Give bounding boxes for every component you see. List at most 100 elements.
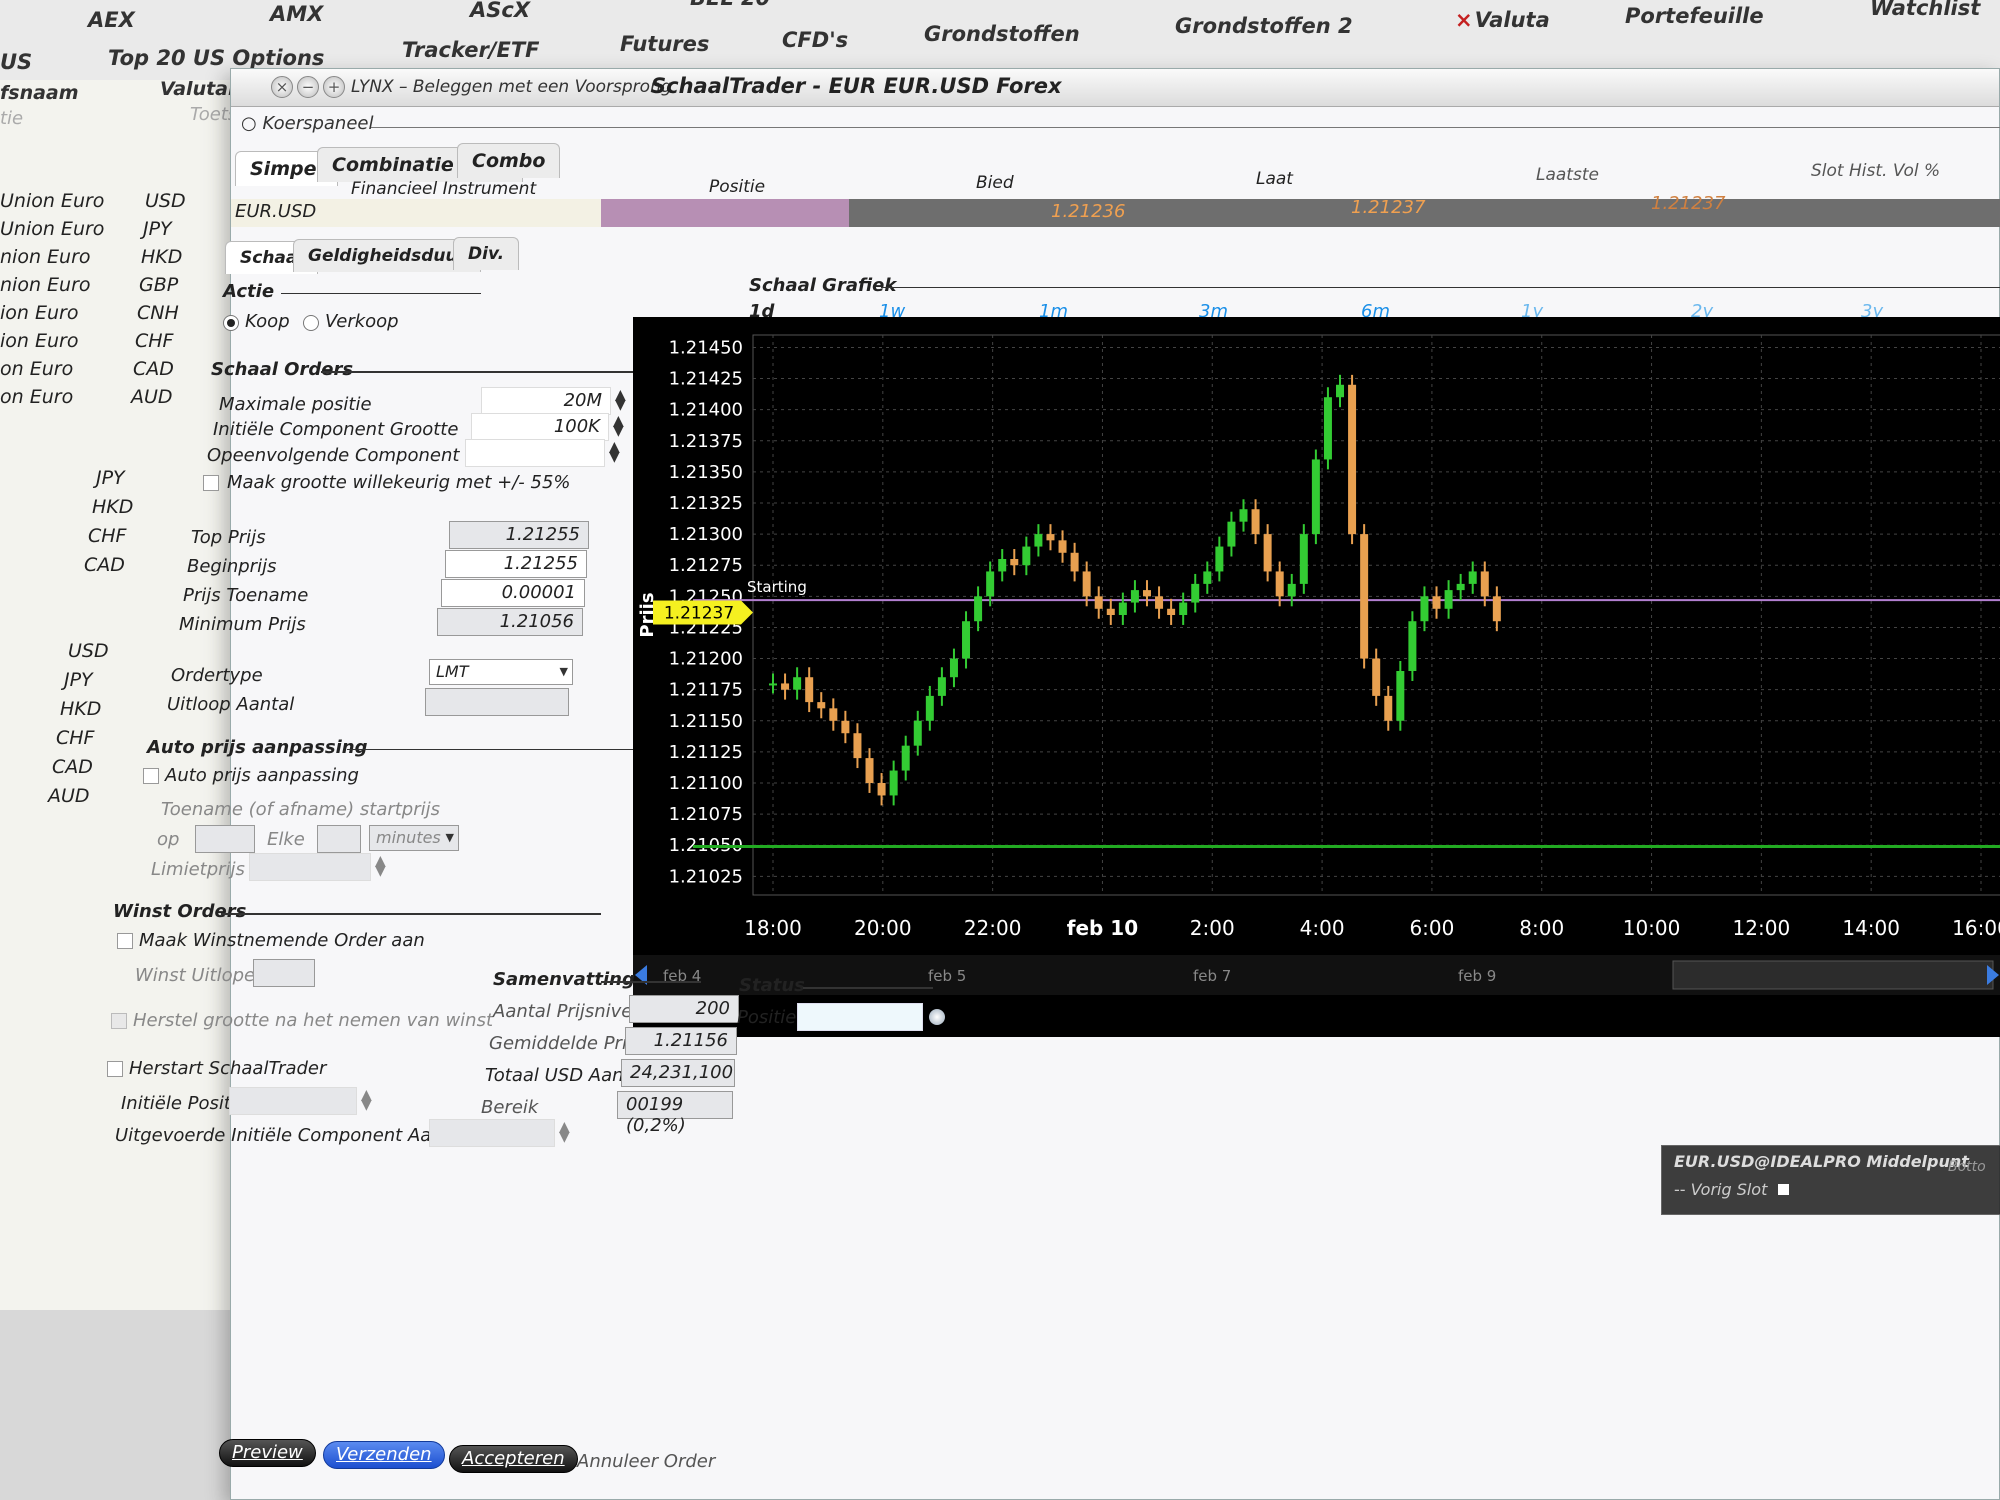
tab-watchlist[interactable]: Watchlist	[1870, 0, 1980, 20]
list-item-currency[interactable]: JPY	[96, 467, 125, 489]
list-item-currency[interactable]: CAD	[52, 756, 93, 778]
tab-portefeuille[interactable]: Portefeuille	[1625, 4, 1764, 28]
tab-valuta[interactable]: Valuta	[1455, 8, 1550, 32]
elke-field[interactable]	[317, 825, 361, 853]
list-item-currency[interactable]: CAD	[84, 554, 125, 576]
col-laatste[interactable]: Laatste	[1536, 165, 1599, 185]
herstel-label[interactable]: Herstel grootte na het nemen van winst	[133, 1010, 493, 1031]
list-item-currency[interactable]: AUD	[48, 785, 90, 807]
min-prijs-field[interactable]: 1.21056	[437, 608, 583, 636]
tab-combo[interactable]: Combo	[457, 143, 561, 178]
plot-area[interactable]	[752, 334, 2000, 896]
tab-us[interactable]: US	[0, 50, 32, 74]
list-item-name[interactable]: on Euro	[0, 358, 73, 380]
auto-prijs-checkbox[interactable]	[143, 768, 159, 784]
tab-aex[interactable]: AEX	[88, 8, 135, 32]
overview-thumb[interactable]	[1672, 960, 1994, 990]
list-item-currency[interactable]: USD	[68, 640, 109, 662]
koop-label[interactable]: Koop	[245, 311, 290, 332]
list-item-name[interactable]: ion Euro	[0, 302, 78, 324]
list-item-currency[interactable]: CAD	[133, 358, 174, 380]
opv-comp-stepper[interactable]: ▲ ▼	[609, 440, 620, 464]
legend-bottom-option[interactable]: Botto	[1948, 1159, 1986, 1175]
list-item-name[interactable]: ion Euro	[0, 330, 78, 352]
col-slot-hist-vol[interactable]: Slot Hist. Vol %	[1811, 161, 1940, 181]
list-item-currency[interactable]: CHF	[135, 330, 173, 352]
list-item-currency[interactable]: USD	[145, 190, 186, 212]
maximize-icon[interactable]: +	[323, 76, 345, 98]
col-financieel-instrument[interactable]: Financieel Instrument	[351, 179, 536, 199]
accepteren-button[interactable]: Accepteren	[449, 1445, 578, 1473]
beginprijs-field[interactable]: 1.21255	[445, 550, 587, 578]
list-item-name[interactable]: Union Euro	[0, 190, 104, 212]
minutes-select[interactable]: minutes	[369, 825, 459, 851]
list-item-currency[interactable]: HKD	[60, 698, 101, 720]
uitgevoerde-field[interactable]	[429, 1119, 555, 1147]
tab-grondstoffen-2[interactable]: Grondstoffen 2	[1175, 14, 1353, 38]
list-item-name[interactable]: nion Euro	[0, 246, 91, 268]
limietprijs-stepper[interactable]: ▲ ▼	[375, 854, 386, 878]
collapse-icon[interactable]: ○	[241, 113, 257, 134]
price-chart[interactable]: 1.21450 1.21425 1.21400 1.21375 1.21350 1.213…	[633, 317, 2000, 1215]
info-icon[interactable]	[929, 1009, 945, 1025]
uitloop-field[interactable]	[425, 688, 569, 716]
close-icon[interactable]: ×	[271, 76, 293, 98]
init-positie-stepper[interactable]: ▲ ▼	[361, 1088, 372, 1112]
list-item-currency[interactable]: CHF	[56, 727, 94, 749]
herstart-label[interactable]: Herstart SchaalTrader	[129, 1058, 326, 1079]
list-item-currency[interactable]: CNH	[137, 302, 179, 324]
top-prijs-field[interactable]: 1.21255	[449, 521, 589, 549]
init-positie-field[interactable]	[229, 1087, 357, 1115]
winst-label[interactable]: Maak Winstnemende Order aan	[139, 930, 425, 951]
preview-button[interactable]: Preview	[219, 1439, 316, 1467]
tab-top20-us-options[interactable]: Top 20 US Options	[108, 46, 324, 70]
tab-tracker-etf[interactable]: Tracker/ETF	[402, 38, 540, 62]
list-item-name[interactable]: nion Euro	[0, 274, 91, 296]
herstart-checkbox[interactable]	[107, 1061, 123, 1077]
auto-prijs-label[interactable]: Auto prijs aanpassing	[165, 765, 359, 786]
ordertype-select[interactable]: LMT	[429, 659, 573, 685]
list-item-currency[interactable]: AUD	[131, 386, 173, 408]
list-header-name[interactable]: fsnaam	[0, 82, 79, 104]
list-item-currency[interactable]: JPY	[143, 218, 172, 240]
init-comp-field[interactable]: 100K	[471, 413, 609, 441]
koerspaneel-header[interactable]: ○ Koerspaneel	[241, 113, 374, 134]
legend-checkbox[interactable]	[1778, 1184, 1790, 1195]
limietprijs-field[interactable]	[249, 853, 371, 881]
tab-grondstoffen[interactable]: Grondstoffen	[924, 22, 1080, 46]
max-positie-stepper[interactable]: ▲ ▼	[615, 388, 626, 412]
opv-comp-field[interactable]	[465, 439, 605, 467]
tab-bel20[interactable]: BEL 20	[690, 0, 770, 10]
init-comp-stepper[interactable]: ▲ ▼	[613, 414, 624, 438]
tab-cfds[interactable]: CFD's	[782, 28, 848, 52]
col-positie[interactable]: Positie	[709, 177, 765, 197]
random-size-checkbox[interactable]	[203, 475, 219, 491]
minimize-icon[interactable]: −	[297, 76, 319, 98]
winst-checkbox[interactable]	[117, 933, 133, 949]
list-item-currency[interactable]: HKD	[141, 246, 182, 268]
list-item-currency[interactable]: JPY	[64, 669, 93, 691]
verzenden-button[interactable]: Verzenden	[323, 1441, 445, 1469]
verkoop-radio[interactable]	[303, 315, 319, 331]
max-positie-field[interactable]: 20M	[481, 387, 611, 415]
winst-uitloper-field[interactable]	[253, 959, 315, 987]
price-chart-svg[interactable]: 1.21450 1.21425 1.21400 1.21375 1.21350 1.213…	[633, 317, 2000, 1037]
annuleer-order-button[interactable]: Annuleer Order	[565, 1449, 727, 1477]
list-item-currency[interactable]: CHF	[88, 525, 126, 547]
verkoop-label[interactable]: Verkoop	[325, 311, 399, 332]
random-size-label[interactable]: Maak grootte willekeurig met +/- 55%	[227, 472, 571, 493]
tab-div[interactable]: Div.	[453, 237, 520, 270]
list-item-name[interactable]: Union Euro	[0, 218, 104, 240]
tab-ascx[interactable]: AScX	[470, 0, 530, 22]
op-field[interactable]	[195, 825, 255, 853]
instrument-row[interactable]: EUR.USD 1.21236 1.21237 1.21237	[231, 193, 2000, 227]
col-laat[interactable]: Laat	[1256, 169, 1293, 189]
tab-futures[interactable]: Futures	[620, 32, 709, 56]
koop-radio[interactable]	[223, 315, 239, 331]
uitgevoerde-stepper[interactable]: ▲ ▼	[559, 1120, 570, 1144]
col-bied[interactable]: Bied	[976, 173, 1014, 193]
list-item-currency[interactable]: GBP	[139, 274, 178, 296]
list-item-name[interactable]: on Euro	[0, 386, 73, 408]
herstel-checkbox[interactable]	[111, 1013, 127, 1029]
prijs-toename-field[interactable]: 0.00001	[441, 579, 585, 607]
